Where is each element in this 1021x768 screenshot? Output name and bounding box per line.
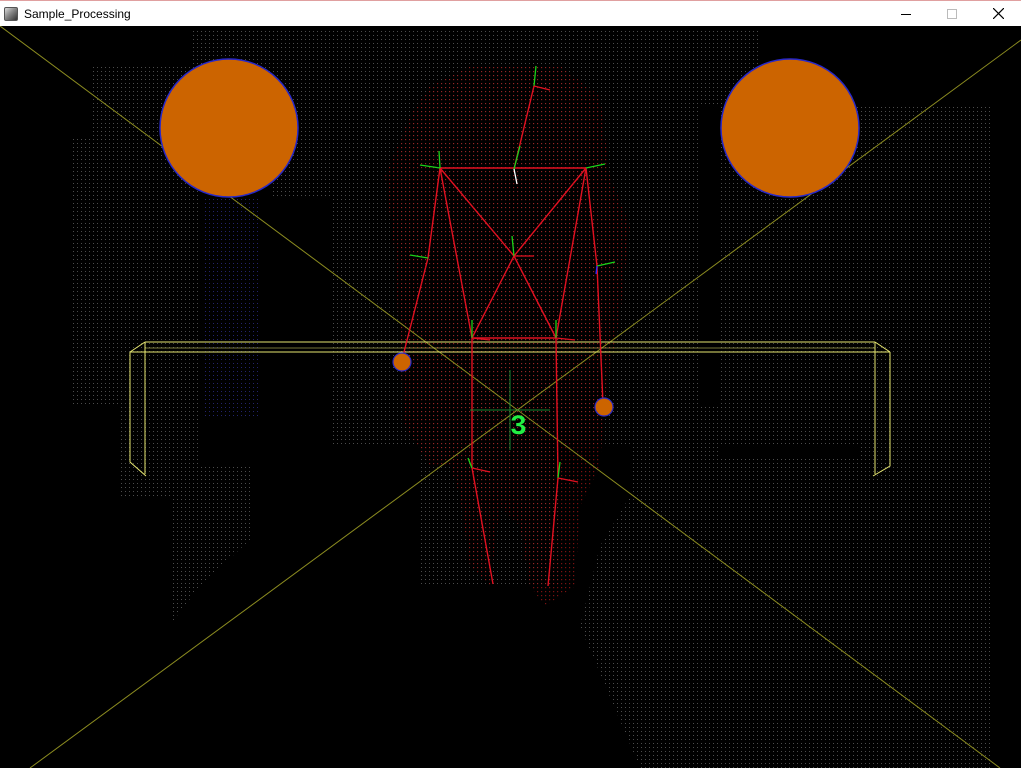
window-controls <box>883 1 1021 26</box>
maximize-icon <box>947 8 957 19</box>
maximize-button[interactable] <box>929 1 975 26</box>
hand-marker-left <box>392 352 412 372</box>
scene-svg: 3 <box>0 26 1021 768</box>
target-circle-left <box>159 58 299 198</box>
window-title: Sample_Processing <box>24 6 131 21</box>
depth-shadow-region <box>205 196 260 416</box>
app-window: Sample_Processing 3 <box>0 0 1021 768</box>
minimize-button[interactable] <box>883 1 929 26</box>
minimize-icon <box>901 13 911 15</box>
processing-canvas[interactable]: 3 <box>0 26 1021 768</box>
close-icon <box>992 8 1004 19</box>
title-bar[interactable]: Sample_Processing <box>0 0 1021 26</box>
close-button[interactable] <box>975 1 1021 26</box>
app-icon <box>4 6 18 21</box>
target-circle-right <box>720 58 860 198</box>
hand-marker-right <box>594 397 614 417</box>
user-id-label: 3 <box>510 412 527 443</box>
